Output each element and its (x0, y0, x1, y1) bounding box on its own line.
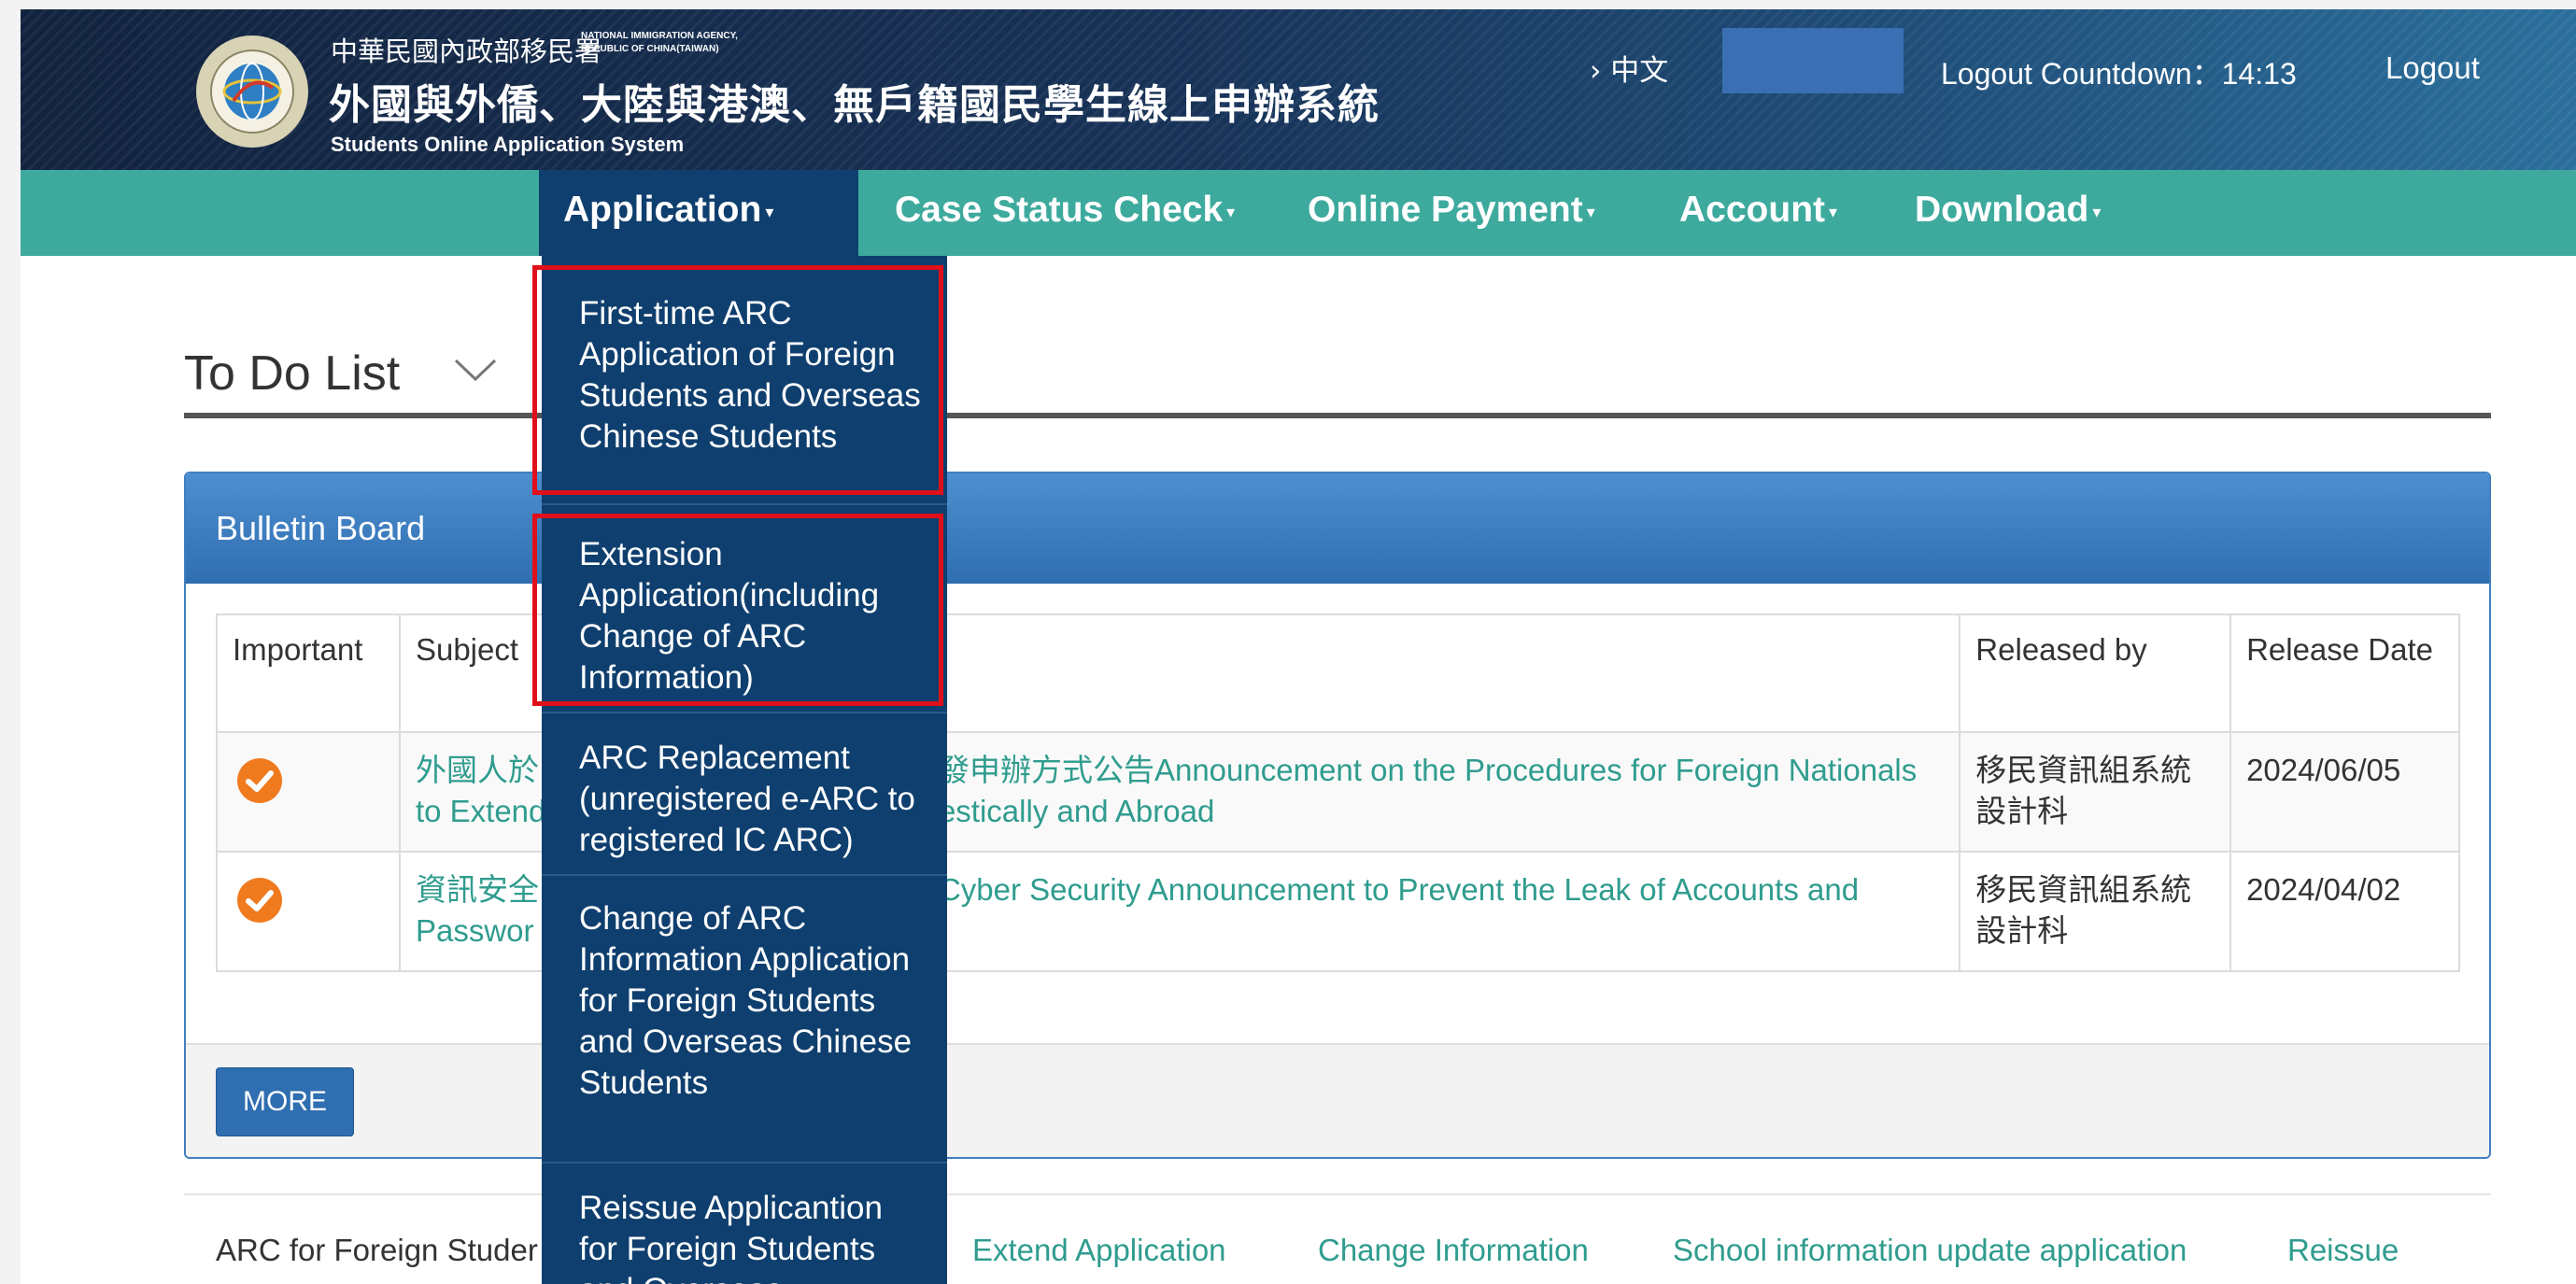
menu-divider (542, 874, 947, 876)
important-cell (216, 851, 401, 972)
agency-name-zh: 中華民國內政部移民署 (331, 35, 602, 67)
nav-online-payment[interactable]: Online Payment ▾ (1283, 170, 1620, 256)
caret-down-icon: ▾ (1586, 202, 1595, 221)
nav-application-label: Application (563, 190, 762, 230)
tab-reissue[interactable]: Reissue (2287, 1233, 2399, 1268)
chevron-down-icon[interactable] (452, 357, 499, 385)
release-date-cell: 2024/06/05 (2229, 731, 2460, 853)
main-nav: Application ▾ Case Status Check ▾ Online P… (21, 170, 2576, 256)
nav-account[interactable]: Account ▾ (1655, 170, 1861, 256)
user-name-box (1722, 28, 1904, 93)
arc-tabs: ARC for Foreign Studer Extend Applicatio… (184, 1193, 2491, 1284)
column-header-release-date: Release Date (2229, 614, 2460, 733)
todo-list-title: To Do List (184, 346, 401, 401)
application-dropdown-menu: First-time ARC Application of Foreign St… (542, 256, 947, 1284)
menu-item-reissue-application[interactable]: Reissue Applicantion for Foreign Student… (542, 1188, 947, 1284)
system-title-zh: 外國與外僑、大陸與港澳、無戶籍國民學生線上申辦系統 (329, 81, 1380, 129)
tab-school-information-update[interactable]: School information update application (1673, 1233, 2187, 1268)
system-title-en: Students Online Application System (331, 133, 685, 156)
important-check-icon (237, 758, 282, 803)
subject-link-text[interactable]: Cyber Security Announcement to Prevent t… (939, 869, 1859, 910)
important-cell (216, 731, 401, 853)
language-switch-link[interactable]: › 中文 (1590, 47, 1668, 89)
nav-download[interactable]: Download ▾ (1890, 170, 2125, 256)
menu-item-extension-application[interactable]: Extension Application(including Change o… (542, 534, 947, 698)
nav-case-status-check[interactable]: Case Status Check ▾ (870, 170, 1259, 256)
caret-down-icon: ▾ (765, 202, 774, 221)
menu-item-first-time-arc[interactable]: First-time ARC Application of Foreign St… (542, 293, 947, 458)
agency-logo (196, 35, 308, 148)
column-header-released-by: Released by (1959, 614, 2232, 733)
nav-online-payment-label: Online Payment (1308, 190, 1583, 230)
bulletin-board-panel: Bulletin Board Important Subject Release… (184, 472, 2491, 1159)
release-date-cell: 2024/04/02 (2229, 851, 2460, 972)
logout-link[interactable]: Logout (2385, 50, 2480, 86)
column-header-important: Important (216, 614, 401, 733)
tab-change-information[interactable]: Change Information (1318, 1233, 1589, 1268)
caret-down-icon: ▾ (1829, 202, 1838, 221)
subject-link-text[interactable]: estically and Abroad (939, 791, 1917, 832)
tab-arc-foreign-students[interactable]: ARC for Foreign Studer (216, 1233, 538, 1268)
nav-case-status-label: Case Status Check (895, 190, 1224, 230)
menu-divider (542, 712, 947, 713)
page: 中華民國內政部移民署 NATIONAL IMMIGRATION AGENCY, … (21, 9, 2576, 1284)
site-header: 中華民國內政部移民署 NATIONAL IMMIGRATION AGENCY, … (21, 9, 2576, 170)
logout-countdown: Logout Countdown：14:13 (1941, 57, 2297, 91)
bulletin-board-title: Bulletin Board (216, 509, 426, 547)
tab-extend-application[interactable]: Extend Application (972, 1233, 1226, 1268)
bulletin-board-header: Bulletin Board (186, 473, 2489, 584)
released-by-cell: 移民資訊組系統設計科 (1959, 851, 2232, 972)
menu-divider (542, 503, 947, 505)
nav-download-label: Download (1915, 190, 2089, 230)
bulletin-board-footer: MORE (186, 1043, 2489, 1157)
agency-name-en: NATIONAL IMMIGRATION AGENCY, REPUBLIC OF… (581, 31, 738, 54)
released-by-cell: 移民資訊組系統設計科 (1959, 731, 2232, 853)
menu-divider (542, 1162, 947, 1164)
caret-down-icon: ▾ (1226, 202, 1236, 221)
nav-account-label: Account (1679, 190, 1825, 230)
more-button[interactable]: MORE (216, 1067, 354, 1136)
subject-link-text[interactable]: 發申辦方式公告Announcement on the Procedures fo… (939, 750, 1917, 791)
menu-item-arc-replacement[interactable]: ARC Replacement (unregistered e-ARC to r… (542, 738, 947, 861)
caret-down-icon: ▾ (2092, 202, 2102, 221)
todo-divider (184, 413, 2491, 418)
important-check-icon (237, 878, 282, 923)
nav-application[interactable]: Application ▾ (539, 170, 858, 256)
menu-item-change-of-arc-information[interactable]: Change of ARC Information Application fo… (542, 898, 947, 1104)
